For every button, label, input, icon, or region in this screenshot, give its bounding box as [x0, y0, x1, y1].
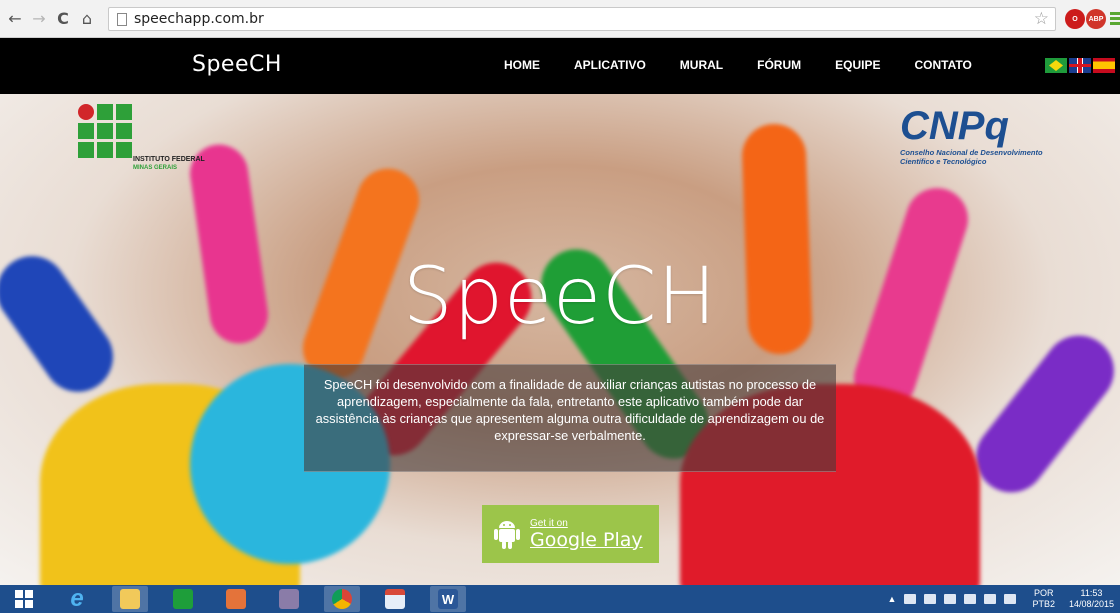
tray-time: 11:53 [1080, 588, 1103, 598]
internet-explorer-icon: e [70, 585, 84, 612]
cnpq-logo-sub2: Científico e Tecnológico [900, 157, 987, 166]
taskbar-store[interactable] [165, 586, 201, 612]
home-icon[interactable]: ⌂ [78, 9, 96, 28]
tray-network-icon[interactable] [924, 594, 937, 604]
hero-section: INSTITUTO FEDERAL MINAS GERAIS CNPq Cons… [0, 94, 1120, 585]
android-icon [494, 521, 520, 549]
word-icon: W [438, 589, 458, 609]
app-icon [385, 589, 405, 609]
app-icon [279, 589, 299, 609]
forward-icon[interactable]: → [30, 9, 48, 28]
url-text: speechapp.com.br [134, 11, 264, 27]
spain-flag-icon[interactable] [1093, 58, 1115, 73]
cnpq-logo: CNPq Conselho Nacional de Desenvolviment… [900, 104, 1080, 166]
reload-icon[interactable]: C [54, 9, 72, 28]
google-play-big-label: Google Play [530, 528, 643, 551]
site-header: SpeeCH HOME APLICATIVO MURAL FÓRUM EQUIP… [0, 38, 1120, 94]
windows-logo-icon [15, 590, 33, 608]
tray-date: 14/08/2015 [1068, 599, 1114, 609]
uk-flag-icon[interactable] [1069, 58, 1091, 73]
taskbar-app-1[interactable] [218, 586, 254, 612]
page-icon [117, 12, 127, 26]
system-tray: ▲ POR PTB2 11:53 14/08/2015 [888, 585, 1114, 613]
browser-toolbar: ← → C ⌂ speechapp.com.br ☆ O ABP [0, 0, 1120, 38]
file-explorer-icon [120, 589, 140, 609]
back-icon[interactable]: ← [6, 9, 24, 28]
google-play-small-label: Get it on [530, 517, 568, 529]
if-logo-name: INSTITUTO FEDERAL [133, 156, 205, 163]
cnpq-logo-sub1: Conselho Nacional de Desenvolvimento [900, 148, 1043, 157]
tray-volume-icon[interactable] [1004, 594, 1017, 604]
taskbar-app-3[interactable] [377, 586, 413, 612]
opera-extension-icon[interactable]: O [1065, 9, 1085, 29]
windows-taskbar: e W ▲ POR PTB2 11:53 14/08/2015 [0, 585, 1120, 613]
menu-mural[interactable]: MURAL [680, 58, 723, 72]
browser-menu-icon[interactable] [1110, 12, 1120, 27]
taskbar-chrome[interactable] [324, 586, 360, 612]
menu-contato[interactable]: CONTATO [914, 58, 971, 72]
taskbar-app-2[interactable] [271, 586, 307, 612]
tray-flag-icon[interactable] [964, 594, 977, 604]
tray-expand-icon[interactable]: ▲ [888, 594, 897, 604]
menu-equipe[interactable]: EQUIPE [835, 58, 880, 72]
menu-home[interactable]: HOME [504, 58, 540, 72]
hero-title: SpeeCH [402, 252, 718, 342]
tray-app-icon[interactable] [944, 594, 957, 604]
cnpq-logo-name: CNPq [900, 104, 1009, 148]
taskbar-internet-explorer[interactable]: e [59, 585, 95, 612]
main-menu: HOME APLICATIVO MURAL FÓRUM EQUIPE CONTA… [504, 58, 1006, 72]
store-icon [173, 589, 193, 609]
brazil-flag-icon[interactable] [1045, 58, 1067, 73]
hero-description: SpeeCH foi desenvolvido com a finalidade… [304, 364, 836, 472]
if-logo-sub: MINAS GERAIS [133, 165, 178, 171]
tray-signal-icon[interactable] [984, 594, 997, 604]
chrome-icon [332, 589, 352, 609]
menu-aplicativo[interactable]: APLICATIVO [574, 58, 646, 72]
start-button[interactable] [6, 586, 42, 612]
taskbar-file-explorer[interactable] [112, 586, 148, 612]
menu-forum[interactable]: FÓRUM [757, 58, 801, 72]
address-bar[interactable]: speechapp.com.br ☆ [108, 7, 1056, 31]
bookmark-star-icon[interactable]: ☆ [1034, 9, 1049, 29]
tray-app-icon[interactable] [904, 594, 917, 604]
site-brand[interactable]: SpeeCH [192, 52, 282, 77]
tray-clock[interactable]: 11:53 14/08/2015 [1069, 588, 1114, 610]
google-play-button[interactable]: Get it on Google Play [482, 505, 659, 563]
if-minas-gerais-logo: INSTITUTO FEDERAL MINAS GERAIS [78, 104, 205, 171]
tray-language[interactable]: POR PTB2 [1032, 588, 1055, 610]
language-switcher [1045, 58, 1115, 73]
adblock-plus-icon[interactable]: ABP [1086, 9, 1106, 29]
hand-finger-purple-shape [962, 321, 1120, 507]
tray-language-top: POR [1033, 588, 1054, 598]
taskbar-word[interactable]: W [430, 586, 466, 612]
app-icon [226, 589, 246, 609]
tray-language-bottom: PTB2 [1032, 599, 1055, 609]
